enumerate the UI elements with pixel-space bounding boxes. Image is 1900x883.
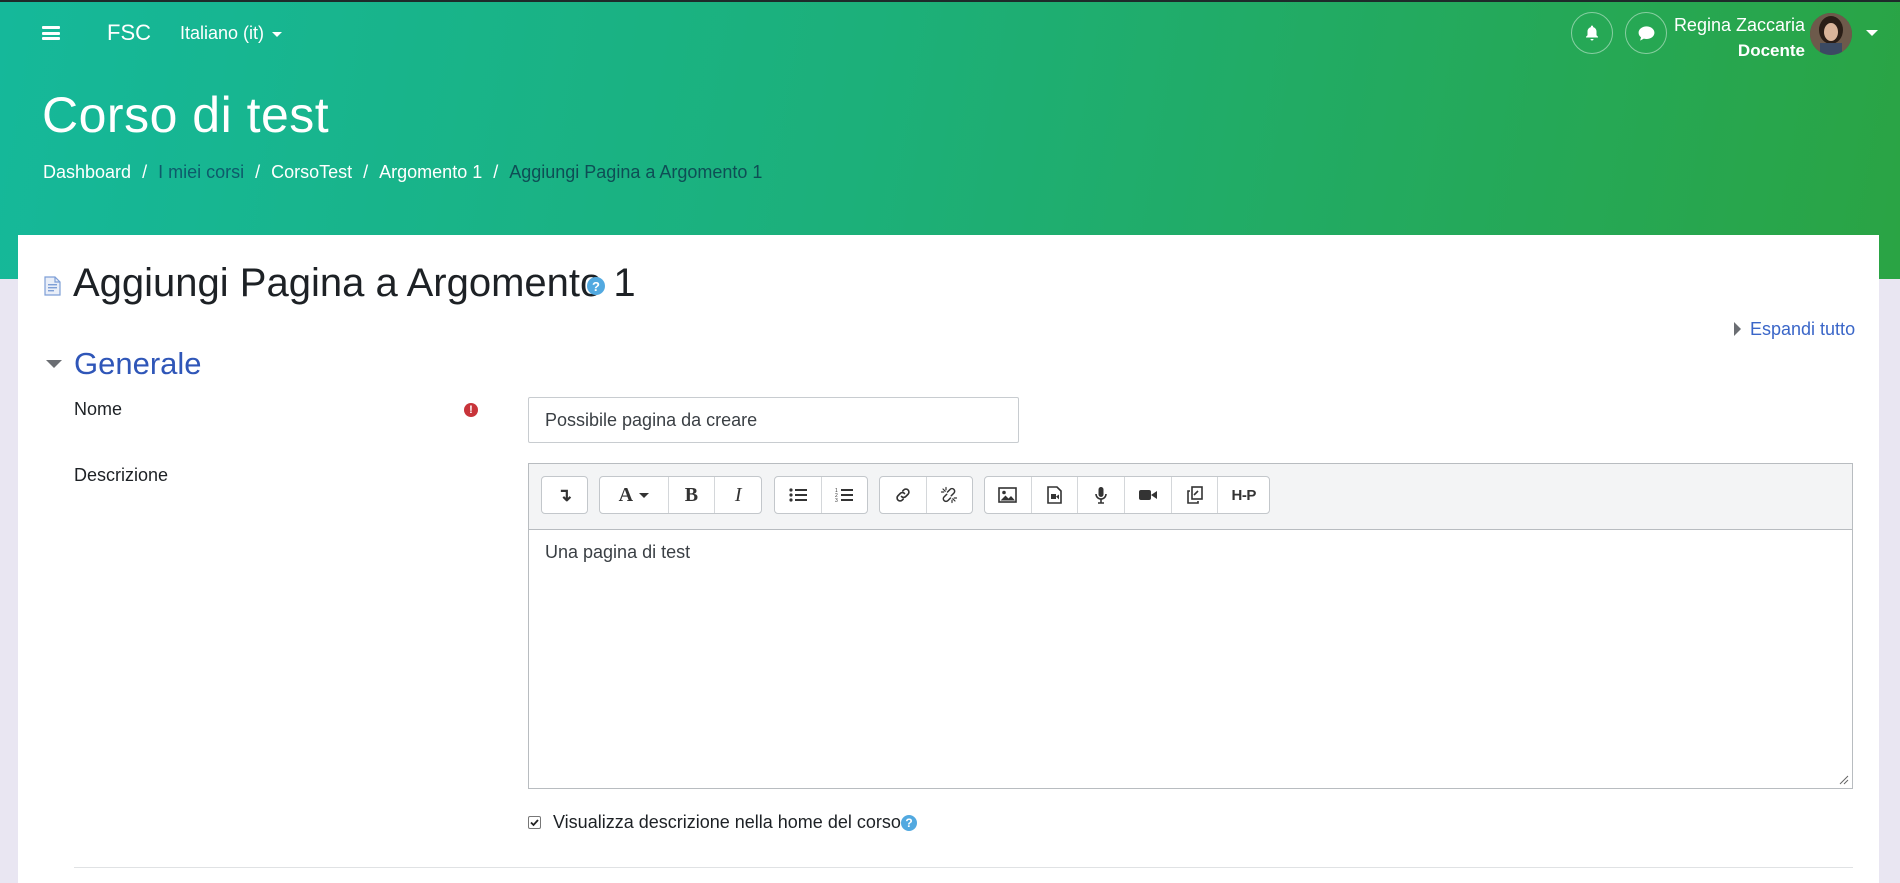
show-description-checkbox[interactable] xyxy=(528,816,541,829)
notifications-button[interactable] xyxy=(1571,12,1613,54)
collapse-section-icon[interactable] xyxy=(46,360,62,368)
page-icon xyxy=(44,276,61,296)
breadcrumb-course[interactable]: CorsoTest xyxy=(271,162,352,182)
user-menu-chevron-icon[interactable] xyxy=(1866,30,1878,36)
bold-icon[interactable]: B xyxy=(669,477,716,513)
top-navbar: FSC Italiano (it) Regina Zaccaria Docent… xyxy=(0,2,1900,64)
description-label: Descrizione xyxy=(74,465,169,485)
language-label: Italiano (it) xyxy=(180,23,265,43)
show-description-label[interactable]: Visualizza descrizione nella home del co… xyxy=(553,812,901,833)
manage-files-icon[interactable] xyxy=(1172,477,1219,513)
image-icon[interactable] xyxy=(985,477,1032,513)
description-editor: ↴ A B I 123 H-P Una pagina di test xyxy=(528,463,1853,789)
expand-all-label: Espandi tutto xyxy=(1750,319,1856,339)
breadcrumb-separator: / xyxy=(493,162,499,182)
toolbar-group-links xyxy=(879,476,973,514)
required-icon: ! xyxy=(464,403,478,417)
toolbar-group-style: A B I xyxy=(599,476,762,514)
language-menu[interactable]: Italiano (it) xyxy=(180,23,283,44)
font-style-icon[interactable]: A xyxy=(600,477,669,513)
breadcrumb-separator: / xyxy=(363,162,369,182)
menu-icon[interactable] xyxy=(42,26,60,40)
bell-icon xyxy=(1586,25,1598,41)
breadcrumb-current: Aggiungi Pagina a Argomento 1 xyxy=(509,162,763,182)
unlink-icon[interactable] xyxy=(927,477,973,513)
section-title-generale[interactable]: Generale xyxy=(74,346,202,382)
course-title: Corso di test xyxy=(42,87,330,143)
breadcrumb-separator: / xyxy=(255,162,261,182)
section-divider xyxy=(74,867,1853,868)
breadcrumb: Dashboard / I miei corsi / CorsoTest / Argomen… xyxy=(43,162,762,183)
toolbar-group-expand: ↴ xyxy=(541,476,588,514)
ordered-list-icon[interactable]: 123 xyxy=(822,477,868,513)
name-label: Nome xyxy=(74,399,123,419)
chat-icon xyxy=(1638,25,1654,41)
svg-text:3: 3 xyxy=(835,498,838,503)
user-name[interactable]: Regina Zaccaria xyxy=(1674,15,1805,36)
toolbar-group-lists: 123 xyxy=(774,476,868,514)
editor-toolbar: ↴ A B I 123 H-P xyxy=(529,464,1852,529)
messages-button[interactable] xyxy=(1625,12,1667,54)
chevron-down-icon xyxy=(272,31,283,37)
help-icon[interactable]: ? xyxy=(901,815,917,831)
page-title: Aggiungi Pagina a Argomento 1 xyxy=(73,261,636,305)
user-role: Docente xyxy=(1737,41,1805,60)
description-text-area[interactable]: Una pagina di test xyxy=(529,529,1852,788)
breadcrumb-my-courses[interactable]: I miei corsi xyxy=(158,162,244,182)
avatar[interactable] xyxy=(1810,13,1852,55)
name-input[interactable] xyxy=(528,397,1019,443)
media-icon[interactable] xyxy=(1032,477,1079,513)
toolbar-group-media: H-P xyxy=(984,476,1270,514)
link-icon[interactable] xyxy=(880,477,927,513)
breadcrumb-separator: / xyxy=(142,162,148,182)
unordered-list-icon[interactable] xyxy=(775,477,822,513)
caret-right-icon xyxy=(1734,322,1741,336)
checkmark-icon xyxy=(530,819,539,827)
h5p-icon[interactable]: H-P xyxy=(1218,477,1269,513)
italic-icon[interactable]: I xyxy=(715,477,761,513)
breadcrumb-dashboard[interactable]: Dashboard xyxy=(43,162,131,182)
record-video-icon[interactable] xyxy=(1125,477,1172,513)
help-icon[interactable]: ? xyxy=(587,277,605,295)
site-brand[interactable]: FSC xyxy=(107,20,151,46)
expand-all-link[interactable]: Espandi tutto xyxy=(1734,319,1855,340)
record-audio-icon[interactable] xyxy=(1078,477,1126,513)
resize-handle-icon[interactable] xyxy=(1839,775,1849,785)
expand-toolbar-icon[interactable]: ↴ xyxy=(542,477,587,513)
breadcrumb-topic[interactable]: Argomento 1 xyxy=(379,162,482,182)
